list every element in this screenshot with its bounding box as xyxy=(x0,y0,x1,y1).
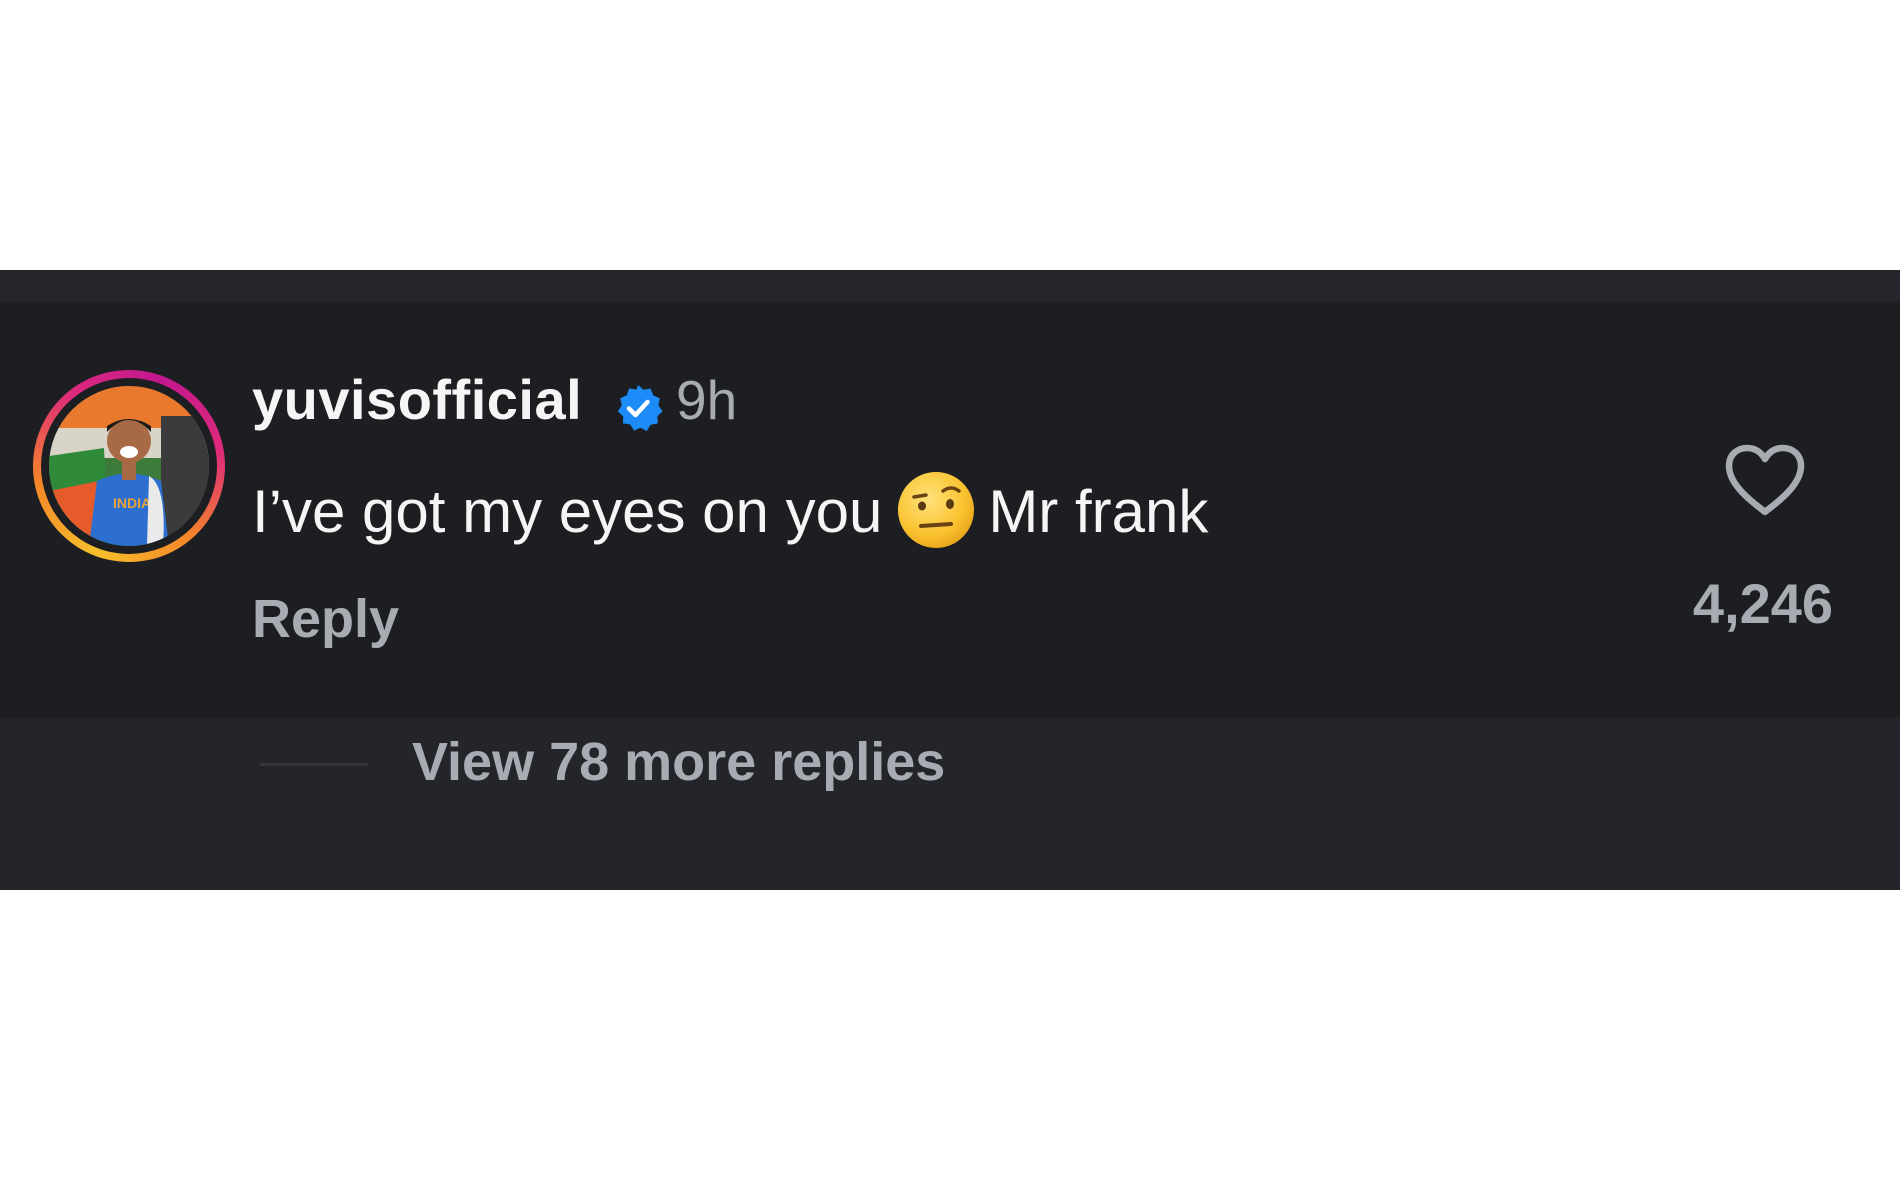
comment-body: I’ve got my eyes on you Mr frank xyxy=(252,470,1208,550)
replies-divider-line xyxy=(260,763,368,766)
reply-button[interactable]: Reply xyxy=(252,592,399,646)
comment-timestamp: 9h xyxy=(676,369,738,431)
comment-text-after-emoji: Mr frank xyxy=(988,478,1209,545)
face-with-raised-eyebrow-emoji xyxy=(898,472,975,548)
comment-username[interactable]: yuvisofficial xyxy=(252,372,582,428)
avatar-photo-illustration: INDIA xyxy=(49,386,209,546)
verified-badge-icon xyxy=(617,385,663,431)
heart-outline-icon[interactable] xyxy=(1723,442,1807,518)
avatar-story-ring-gap: INDIA xyxy=(41,378,217,554)
panel-top-strip xyxy=(0,270,1900,302)
like-count: 4,246 xyxy=(1692,572,1834,635)
svg-text:INDIA: INDIA xyxy=(113,495,151,511)
view-more-replies-button[interactable]: View 78 more replies xyxy=(412,735,945,789)
avatar[interactable]: INDIA xyxy=(33,370,225,562)
screenshot-canvas: INDIA yuvisofficial 9h I’ve got my eyes … xyxy=(0,0,1900,1200)
avatar-photo: INDIA xyxy=(49,386,209,546)
view-replies-row xyxy=(0,718,1900,890)
comment-panel: INDIA yuvisofficial 9h I’ve got my eyes … xyxy=(0,270,1900,890)
comment-text-before-emoji: I’ve got my eyes on you xyxy=(252,478,883,545)
